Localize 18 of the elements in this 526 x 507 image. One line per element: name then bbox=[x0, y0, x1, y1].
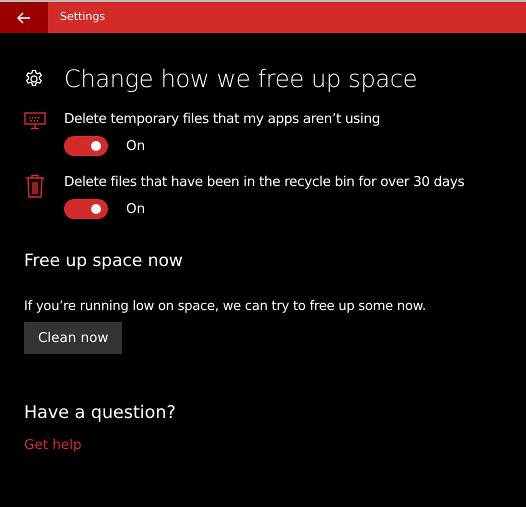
get-help-link[interactable]: Get help bbox=[24, 434, 82, 455]
toggle-state-text: On bbox=[126, 200, 146, 219]
toggle-switch[interactable] bbox=[64, 136, 108, 156]
trash-icon bbox=[24, 174, 46, 198]
toggle-state-text: On bbox=[126, 137, 146, 156]
clean-now-button[interactable]: Clean now bbox=[24, 322, 122, 354]
setting-label: Delete temporary files that my apps aren’t using bbox=[64, 110, 380, 129]
description-text: If you’re running low on space, we can try to free up some now. bbox=[24, 298, 427, 316]
toggle-switch[interactable] bbox=[64, 198, 108, 219]
gear-icon bbox=[24, 69, 44, 89]
back-arrow-icon bbox=[17, 12, 31, 24]
page-title: Change how we free up space bbox=[64, 64, 418, 95]
section-heading: Free up space now bbox=[24, 250, 184, 273]
back-button[interactable] bbox=[0, 2, 48, 33]
section-heading: Have a question? bbox=[24, 402, 177, 426]
window-title: Settings bbox=[59, 9, 106, 26]
monitor-icon bbox=[24, 111, 46, 132]
setting-label: Delete files that have been in the recycle bin for over 30 days bbox=[64, 172, 464, 192]
